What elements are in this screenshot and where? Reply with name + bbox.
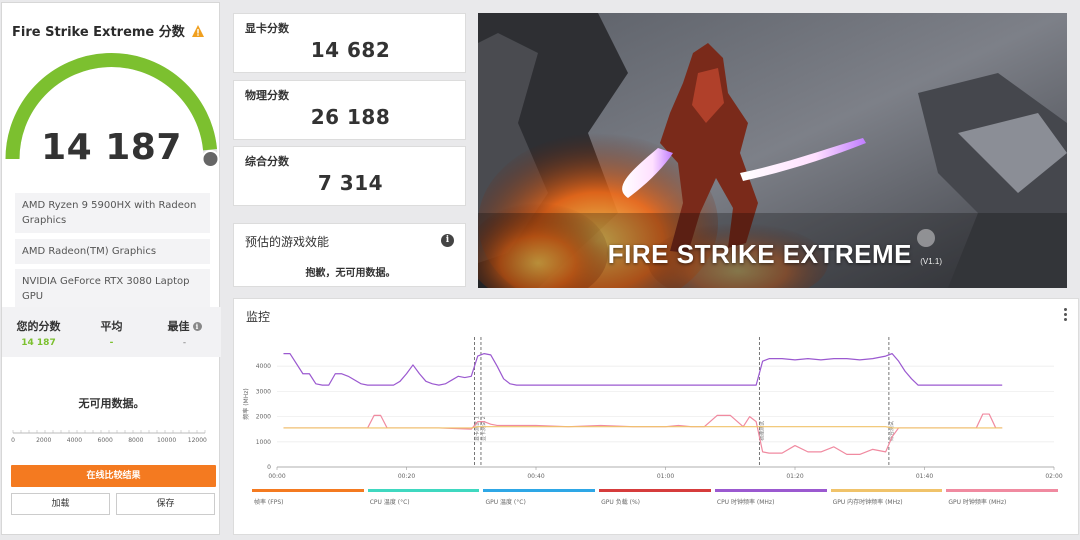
- save-button[interactable]: 保存: [116, 493, 215, 515]
- physics-score-label: 物理分数: [245, 89, 289, 102]
- x-tick-label: 01:00: [657, 473, 674, 480]
- score-title: Fire Strike Extreme 分数: [12, 25, 185, 40]
- combined-score-label: 综合分数: [245, 155, 289, 168]
- average-value: -: [109, 338, 114, 348]
- x-tick-label: 02:00: [1045, 473, 1062, 480]
- histogram-tick-label: 12000: [188, 437, 207, 444]
- histogram-tick-label: 6000: [98, 437, 113, 444]
- x-tick-label: 00:20: [398, 473, 415, 480]
- y-tick-label: 4000: [256, 363, 271, 370]
- legend-label: CPU 时钟频率 (MHz): [716, 499, 775, 506]
- y-tick-label: 2000: [256, 414, 271, 421]
- best-label-row: 最佳 i: [148, 318, 221, 334]
- legend-label: GPU 内存时钟频率 (MHz): [832, 499, 903, 506]
- legend-color-bar: [483, 489, 596, 492]
- legend-item[interactable]: GPU 时钟频率 (MHz): [946, 489, 1059, 506]
- legend-color-bar: [714, 489, 827, 492]
- test-marker-label: 显卡测试 1: [473, 416, 480, 441]
- legend-item[interactable]: GPU 负载 (%): [599, 489, 711, 506]
- legend-item[interactable]: GPU 温度 (°C): [483, 489, 596, 506]
- histogram-axis: 0 2000 4000 6000 8000 10000 12000: [11, 430, 207, 444]
- hardware-igpu: AMD Radeon(TM) Graphics: [15, 239, 210, 264]
- y-axis-label: 频率 (MHz): [242, 388, 250, 419]
- graphics-score-card: 显卡分数 14 682: [233, 13, 466, 73]
- score-compare-row: 您的分数 14 187 平均 - 最佳 i -: [2, 307, 221, 357]
- x-tick-label: 00:00: [268, 473, 285, 480]
- legend-label: CPU 温度 (°C): [369, 499, 410, 506]
- combined-score-value: 7 314: [317, 171, 384, 195]
- average-label: 平均: [100, 320, 123, 333]
- hero-version: (V1.1): [920, 257, 942, 266]
- chart-legend: 帧率 (FPS) CPU 温度 (°C) GPU 温度 (°C) GPU 负载 (%)…: [252, 489, 1062, 506]
- legend-color-bar: [252, 489, 364, 492]
- graphics-score-label: 显卡分数: [245, 22, 289, 35]
- histogram-no-data: 无可用数据。: [78, 397, 145, 410]
- info-icon[interactable]: i: [441, 234, 454, 247]
- best-label: 最佳: [167, 320, 190, 333]
- x-tick-label: 00:40: [527, 473, 544, 480]
- legend-label: GPU 时钟频率 (MHz): [948, 499, 1007, 506]
- legend-color-bar: [830, 489, 943, 492]
- game-performance-message: 抱歉，无可用数据。: [305, 268, 396, 279]
- legend-color-bar: [599, 489, 711, 492]
- y-tick-label: 0: [267, 464, 271, 471]
- your-score-value: 14 187: [21, 338, 56, 348]
- histogram-tick-label: 10000: [157, 437, 176, 444]
- legend-label: GPU 温度 (°C): [485, 499, 526, 506]
- histogram-tick-label: 2000: [36, 437, 51, 444]
- best-value: -: [182, 338, 187, 348]
- x-tick-label: 01:20: [786, 473, 803, 480]
- legend-label: 帧率 (FPS): [254, 499, 284, 506]
- series-line: [283, 413, 1003, 456]
- game-performance-label: 预估的游戏效能: [245, 235, 330, 249]
- benchmark-hero-image: FIRE STRIKE EXTREME (V1.1): [478, 13, 1067, 288]
- graphics-score-value: 14 682: [310, 38, 391, 62]
- compare-online-button[interactable]: 在线比较结果: [11, 465, 216, 487]
- histogram-tick-label: 4000: [67, 437, 82, 444]
- monitoring-chart: 0 1000 2000 3000 4000 频率 (MHz) 00:00 00:20 00:40…: [242, 337, 1063, 480]
- histogram-tick-label: 8000: [128, 437, 143, 444]
- y-tick-label: 1000: [256, 439, 271, 446]
- hardware-cpu: AMD Ryzen 9 5900HX with Radeon Graphics: [15, 193, 210, 233]
- game-performance-card: 预估的游戏效能 i 抱歉，无可用数据。: [233, 223, 466, 287]
- average-col: 平均 -: [75, 307, 148, 357]
- legend-item[interactable]: GPU 内存时钟频率 (MHz): [830, 489, 943, 506]
- hardware-gpu: NVIDIA GeForce RTX 3080 Laptop GPU: [15, 269, 210, 309]
- physics-score-card: 物理分数 26 188: [233, 80, 466, 140]
- legend-item[interactable]: CPU 时钟频率 (MHz): [714, 489, 827, 506]
- monitoring-panel: 监控 0 1000 2000 3000 4000 频率 (MHz) 00:00 00:20 00…: [233, 298, 1079, 535]
- total-score: 14 187: [41, 127, 182, 168]
- score-panel: Fire Strike Extreme 分数 14 187 AMD Ryzen …: [1, 2, 221, 535]
- legend-item[interactable]: CPU 温度 (°C): [367, 489, 480, 506]
- your-score-label: 您的分数: [16, 320, 61, 333]
- legend-item[interactable]: 帧率 (FPS): [252, 489, 364, 506]
- monitoring-title: 监控: [246, 310, 271, 324]
- x-tick-label: 01:40: [916, 473, 933, 480]
- score-title-row: Fire Strike Extreme 分数: [12, 21, 205, 40]
- combined-score-card: 综合分数 7 314: [233, 146, 466, 206]
- more-options-icon[interactable]: [1064, 308, 1068, 323]
- histogram-tick-label: 0: [11, 437, 15, 444]
- series-line: [283, 353, 1003, 386]
- load-button[interactable]: 加载: [11, 493, 110, 515]
- hero-title: FIRE STRIKE EXTREME: [607, 239, 912, 269]
- your-score-col: 您的分数 14 187: [2, 307, 75, 357]
- test-marker-label: 显卡测试 2: [480, 416, 487, 441]
- warning-icon[interactable]: [191, 24, 205, 38]
- physics-score-value: 26 188: [310, 105, 391, 129]
- legend-label: GPU 负载 (%): [601, 499, 641, 506]
- best-col: 最佳 i -: [148, 307, 221, 357]
- legend-color-bar: [946, 489, 1059, 492]
- legend-color-bar: [367, 489, 480, 492]
- info-icon[interactable]: i: [192, 321, 202, 331]
- y-tick-label: 3000: [256, 388, 271, 395]
